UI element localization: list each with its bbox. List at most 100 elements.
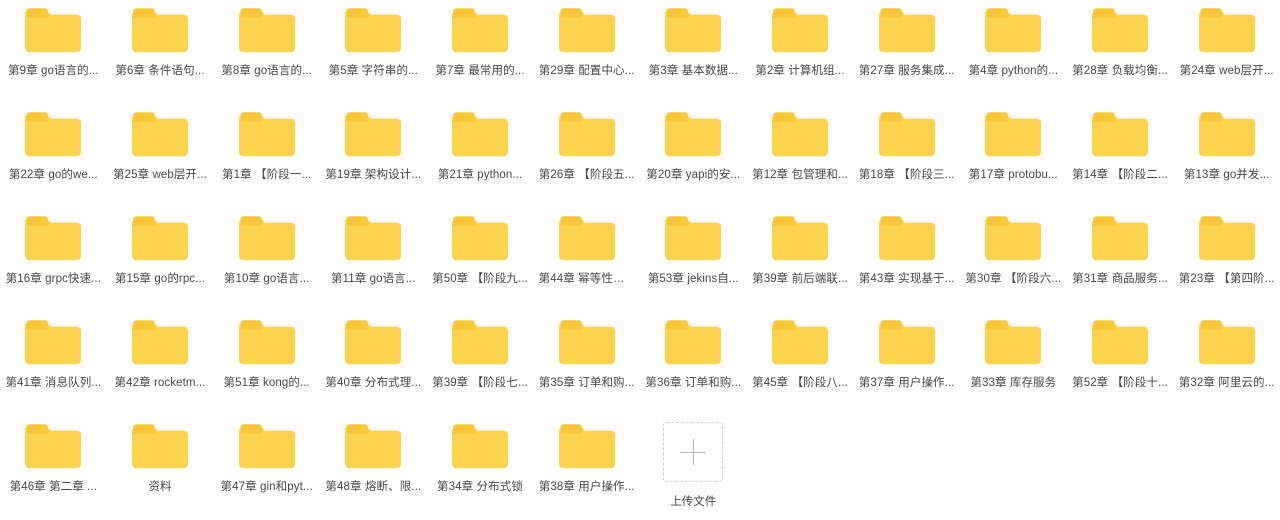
file-item[interactable]: 第4章 python的... <box>960 0 1067 104</box>
folder-icon <box>1091 320 1148 365</box>
file-item[interactable]: 第30章 【阶段六... <box>960 208 1067 312</box>
folder-icon <box>131 216 188 261</box>
upload-dropzone[interactable] <box>663 422 724 482</box>
file-item[interactable]: 第15章 go的rpc... <box>107 208 214 312</box>
file-item[interactable]: 第35章 订单和购... <box>533 312 640 416</box>
file-item[interactable]: 第10章 go语言... <box>213 208 320 312</box>
file-item[interactable]: 第16章 grpc快速... <box>0 208 107 312</box>
file-item[interactable]: 第8章 go语言的... <box>213 0 320 104</box>
file-item[interactable]: 第19章 架构设计... <box>320 104 427 208</box>
file-item-label: 第42章 rocketm... <box>114 377 206 389</box>
file-item[interactable]: 第1章 【阶段一... <box>213 104 320 208</box>
file-item[interactable]: 第23章 【第四阶... <box>1173 208 1280 312</box>
file-item[interactable]: 第2章 计算机组... <box>747 0 854 104</box>
file-item[interactable]: 第26章 【阶段五... <box>533 104 640 208</box>
file-item-label: 第10章 go语言... <box>223 273 310 285</box>
folder-icon <box>25 8 82 53</box>
file-item[interactable]: 第45章 【阶段八... <box>747 312 854 416</box>
file-item[interactable]: 第3章 基本数据... <box>640 0 747 104</box>
file-item[interactable]: 第42章 rocketm... <box>107 312 214 416</box>
file-item[interactable]: 第24章 web层开... <box>1173 0 1280 104</box>
folder-icon <box>131 320 188 365</box>
file-item-label: 第25章 web层开... <box>113 169 207 181</box>
folder-icon <box>985 216 1042 261</box>
file-item-label: 第4章 python的... <box>968 65 1059 77</box>
file-item[interactable]: 第20章 yapi的安... <box>640 104 747 208</box>
file-item[interactable]: 第22章 go的we... <box>0 104 107 208</box>
file-item-label: 第48章 熔断、限... <box>325 481 422 493</box>
file-item[interactable]: 第18章 【阶段三... <box>853 104 960 208</box>
file-item[interactable]: 第7章 最常用的... <box>427 0 534 104</box>
folder-icon <box>345 424 402 469</box>
file-item[interactable]: 第37章 用户操作... <box>853 312 960 416</box>
folder-icon <box>451 424 508 469</box>
file-item-label: 第22章 go的we... <box>8 169 98 181</box>
folder-icon <box>771 8 828 53</box>
file-item[interactable]: 第40章 分布式理... <box>320 312 427 416</box>
file-item[interactable]: 第9章 go语言的... <box>0 0 107 104</box>
file-item[interactable]: 第32章 阿里云的... <box>1173 312 1280 416</box>
folder-icon <box>25 112 82 157</box>
file-item-label: 第26章 【阶段五... <box>538 169 635 181</box>
file-item[interactable]: 第11章 go语言... <box>320 208 427 312</box>
file-item[interactable]: 第52章 【阶段十... <box>1067 312 1174 416</box>
file-item[interactable]: 第39章 【阶段七... <box>427 312 534 416</box>
folder-icon <box>1091 216 1148 261</box>
file-item[interactable]: 第50章 【阶段九... <box>427 208 534 312</box>
file-item[interactable]: 第31章 商品服务... <box>1067 208 1174 312</box>
folder-icon <box>878 8 935 53</box>
folder-icon <box>771 112 828 157</box>
file-item[interactable]: 第27章 服务集成... <box>853 0 960 104</box>
folder-icon <box>665 320 722 365</box>
file-item[interactable]: 第6章 条件语句... <box>107 0 214 104</box>
folder-icon <box>558 112 615 157</box>
folder-icon <box>878 320 935 365</box>
file-item-label: 资料 <box>148 481 172 493</box>
file-item[interactable]: 第21章 python... <box>427 104 534 208</box>
file-item[interactable]: 资料 <box>107 416 214 520</box>
file-item-label: 第12章 包管理和... <box>752 169 848 181</box>
file-item[interactable]: 第41章 消息队列... <box>0 312 107 416</box>
folder-icon <box>985 112 1042 157</box>
file-item[interactable]: 第43章 实现基于... <box>853 208 960 312</box>
folder-icon <box>238 320 295 365</box>
file-item-label: 第13章 go并发... <box>1183 169 1270 181</box>
file-item[interactable]: 第5章 字符串的... <box>320 0 427 104</box>
file-item-label: 第35章 订单和购... <box>538 377 635 389</box>
file-item[interactable]: 第25章 web层开... <box>107 104 214 208</box>
file-item-label: 第8章 go语言的... <box>221 65 312 77</box>
file-item[interactable]: 第48章 熔断、限... <box>320 416 427 520</box>
folder-icon <box>238 8 295 53</box>
folder-icon <box>771 216 828 261</box>
file-item[interactable]: 第47章 gin和pyt... <box>213 416 320 520</box>
file-item[interactable]: 第14章 【阶段二... <box>1067 104 1174 208</box>
file-item[interactable]: 第36章 订单和购... <box>640 312 747 416</box>
file-item[interactable]: 第33章 库存服务 <box>960 312 1067 416</box>
folder-icon <box>345 8 402 53</box>
file-item[interactable]: 第29章 配置中心... <box>533 0 640 104</box>
file-item[interactable]: 第44章 幂等性机制 <box>533 208 640 312</box>
file-item-label: 第36章 订单和购... <box>645 377 742 389</box>
folder-icon <box>771 320 828 365</box>
file-item[interactable]: 第28章 负载均衡... <box>1067 0 1174 104</box>
file-item-label: 第38章 用户操作... <box>538 481 635 493</box>
file-item-label: 第50章 【阶段九... <box>432 273 528 285</box>
file-item-label: 第15章 go的rpc... <box>114 273 206 285</box>
file-item[interactable]: 第53章 jekins自... <box>640 208 747 312</box>
file-grid: 第9章 go语言的... 第6章 条件语句... 第8章 go语言的... 第5… <box>0 0 1280 520</box>
file-item-label: 第29章 配置中心... <box>538 65 635 77</box>
file-item[interactable]: 第39章 前后端联... <box>747 208 854 312</box>
file-item-label: 第32章 阿里云的... <box>1178 377 1275 389</box>
file-item[interactable]: 第17章 protobu... <box>960 104 1067 208</box>
file-item[interactable]: 第13章 go并发... <box>1173 104 1280 208</box>
file-item-label: 第23章 【第四阶... <box>1178 273 1275 285</box>
file-item-label: 第39章 前后端联... <box>752 273 848 285</box>
file-item-label: 第39章 【阶段七... <box>432 377 528 389</box>
upload-file-button[interactable]: 上传文件 <box>640 416 747 520</box>
file-item[interactable]: 第38章 用户操作... <box>533 416 640 520</box>
file-item[interactable]: 第12章 包管理和... <box>747 104 854 208</box>
file-item[interactable]: 第51章 kong的... <box>213 312 320 416</box>
file-item[interactable]: 第46章 第二章 ... <box>0 416 107 520</box>
file-item-label: 第34章 分布式锁 <box>437 481 523 493</box>
file-item[interactable]: 第34章 分布式锁 <box>427 416 534 520</box>
